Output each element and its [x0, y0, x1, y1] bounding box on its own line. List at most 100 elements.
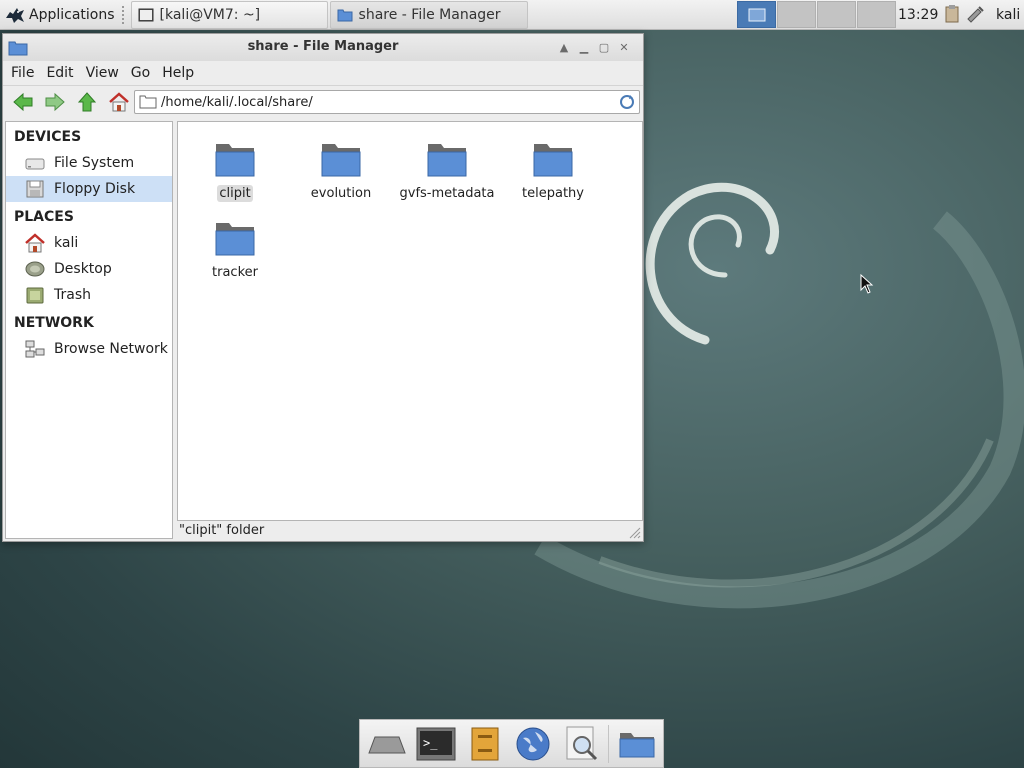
sidebar-item-label: kali [54, 235, 79, 251]
network-icon [25, 340, 45, 358]
floppy-icon [26, 180, 44, 198]
back-button[interactable] [9, 88, 37, 116]
taskbar-terminal-label: [kali@VM7: ~] [159, 6, 261, 23]
drive-icon [25, 158, 45, 170]
panel-user-name[interactable]: kali [996, 0, 1020, 30]
folder-item-tracker[interactable]: tracker [185, 215, 285, 281]
sidebar-section-devices: DEVICES [14, 129, 82, 145]
folder-name: telepathy [522, 186, 584, 201]
folder-icon [321, 144, 361, 177]
terminal-icon [138, 8, 154, 21]
desktop-icon [25, 261, 45, 277]
dock-web-browser[interactable] [510, 722, 556, 766]
dock-terminal[interactable]: >_ [413, 722, 459, 766]
forward-arrow-icon [45, 92, 65, 112]
folder-icon [215, 223, 255, 256]
window-title: share - File Manager [247, 39, 399, 54]
folder-name: clipit [217, 185, 253, 202]
folder-icon [533, 144, 573, 177]
panel-clock[interactable]: 13:29 [898, 0, 938, 30]
sidebar-section-network: NETWORK [14, 315, 94, 331]
menu-view[interactable]: View [82, 65, 123, 81]
folder-name: evolution [310, 186, 372, 201]
trash-icon [26, 287, 44, 304]
sidebar-item-label: Floppy Disk [54, 181, 136, 197]
maximize-icon[interactable]: ▢ [594, 38, 614, 57]
resize-grip-icon[interactable] [627, 525, 641, 539]
up-button[interactable] [73, 88, 101, 116]
sidebar-section-places: PLACES [14, 209, 74, 225]
status-bar: "clipit" folder [179, 523, 265, 538]
taskbar-file-manager-label: share - File Manager [358, 6, 501, 23]
menu-help[interactable]: Help [158, 65, 198, 81]
desktop-icon [368, 736, 406, 753]
file-manager-window: share - File Manager ▲ ▁ ▢ ✕ File Edit V… [2, 33, 644, 542]
sidebar-item-file-system[interactable]: File System [6, 150, 172, 176]
reload-icon[interactable] [618, 93, 636, 111]
file-view[interactable]: clipit evolution gvfs-metadata telepathy [177, 121, 643, 521]
sidebar-item-label: Browse Network [54, 341, 168, 357]
applications-menu[interactable]: Applications [0, 0, 119, 30]
window-controls: ▲ ▁ ▢ ✕ [554, 38, 634, 57]
kali-dragon-icon [6, 7, 24, 23]
sidebar-item-label: File System [54, 155, 135, 171]
panel-separator [121, 5, 128, 24]
sidebar-item-desktop[interactable]: Desktop [6, 256, 172, 282]
folder-name: tracker [212, 265, 258, 280]
dock-file-manager[interactable] [614, 722, 660, 766]
sidebar-item-trash[interactable]: Trash [6, 282, 172, 308]
dock-separator [608, 724, 612, 763]
location-bar[interactable] [134, 90, 640, 114]
sidebar: DEVICES File System Floppy Disk PLACES k… [5, 121, 173, 539]
folder-icon [427, 144, 467, 177]
dock-search[interactable] [559, 722, 605, 766]
window-titlebar[interactable]: share - File Manager ▲ ▁ ▢ ✕ [3, 34, 643, 61]
system-tray [942, 4, 988, 24]
minimize-icon[interactable]: ▁ [574, 38, 594, 57]
folder-item-gvfs-metadata[interactable]: gvfs-metadata [397, 136, 497, 202]
home-icon [109, 92, 129, 112]
menu-go[interactable]: Go [127, 65, 154, 81]
taskbar-terminal-button[interactable]: [kali@VM7: ~] [130, 0, 328, 29]
forward-button[interactable] [41, 88, 69, 116]
dock-show-desktop[interactable] [364, 722, 410, 766]
folder-item-telepathy[interactable]: telepathy [503, 136, 603, 202]
file-cabinet-icon [471, 727, 499, 760]
menubar: File Edit View Go Help [3, 61, 643, 86]
svg-text:>_: >_ [423, 736, 438, 750]
workspace-1[interactable] [737, 1, 776, 28]
up-arrow-icon [77, 92, 97, 112]
home-icon [25, 233, 45, 253]
shade-icon[interactable]: ▲ [554, 38, 574, 57]
clipboard-icon[interactable] [942, 4, 962, 24]
folder-item-clipit[interactable]: clipit [185, 136, 285, 202]
workspace-2[interactable] [777, 1, 816, 28]
sidebar-item-floppy-disk[interactable]: Floppy Disk [6, 176, 172, 202]
top-panel: Applications [kali@VM7: ~] share - File … [0, 0, 1024, 30]
sidebar-item-label: Trash [54, 287, 91, 303]
folder-icon [139, 95, 157, 109]
taskbar-file-manager-button[interactable]: share - File Manager [329, 0, 528, 29]
menu-edit[interactable]: Edit [42, 65, 77, 81]
mouse-cursor-icon [860, 274, 874, 294]
applications-label: Applications [29, 6, 115, 23]
home-button[interactable] [105, 88, 133, 116]
globe-icon [516, 727, 550, 760]
network-plug-icon[interactable] [965, 4, 985, 24]
workspace-4[interactable] [857, 1, 896, 28]
workspace-switcher [737, 1, 897, 29]
terminal-icon: >_ [416, 727, 456, 760]
sidebar-item-browse-network[interactable]: Browse Network [6, 336, 172, 362]
close-icon[interactable]: ✕ [614, 38, 634, 57]
location-input[interactable] [161, 94, 618, 110]
search-icon [566, 726, 598, 760]
folder-item-evolution[interactable]: evolution [291, 136, 391, 202]
toolbar [3, 86, 643, 118]
workspace-3[interactable] [817, 1, 856, 28]
window-thumbnail-icon [748, 8, 765, 21]
sidebar-item-kali[interactable]: kali [6, 230, 172, 256]
menu-file[interactable]: File [7, 65, 38, 81]
dock-file-cabinet[interactable] [462, 722, 508, 766]
back-arrow-icon [13, 92, 33, 112]
folder-name: gvfs-metadata [399, 186, 495, 201]
